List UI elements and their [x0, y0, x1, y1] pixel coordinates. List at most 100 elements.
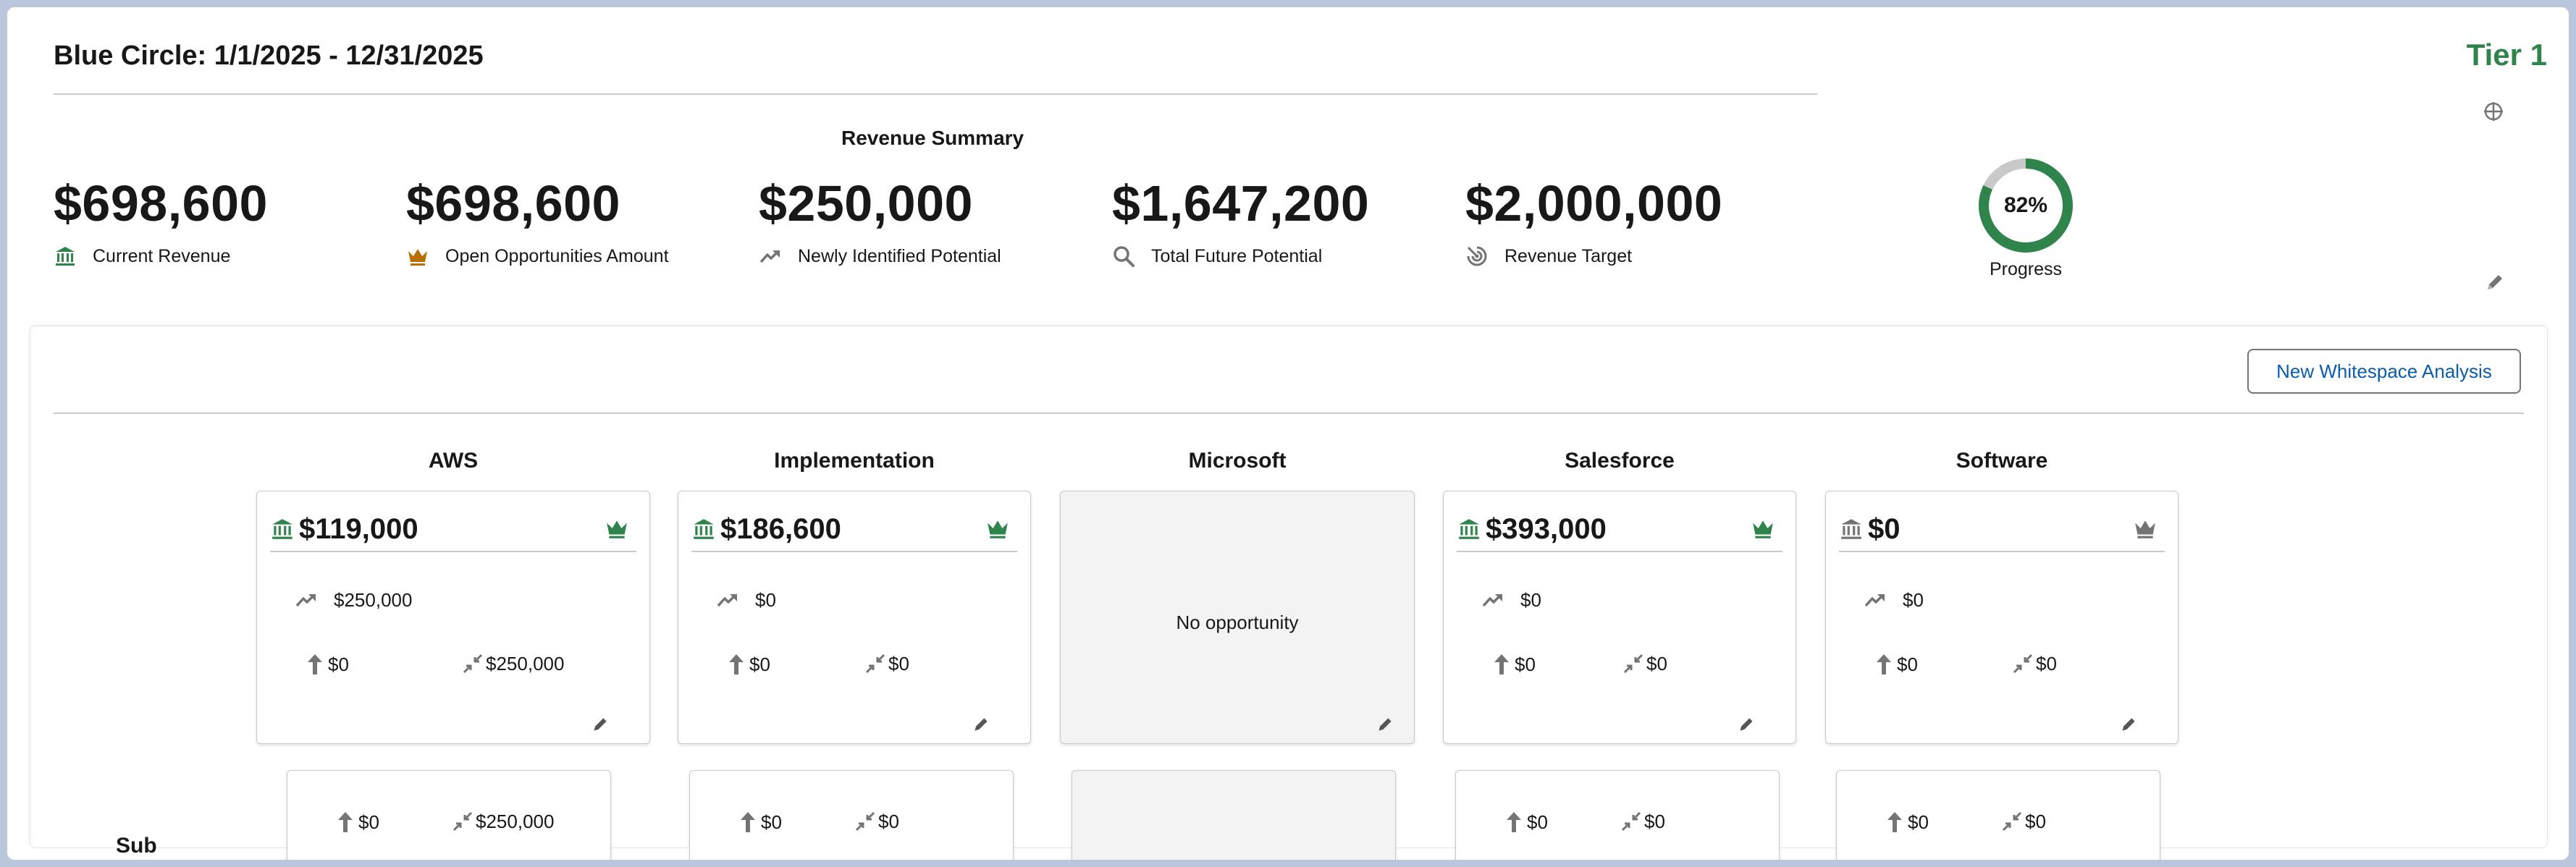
column-title-microsoft: Microsoft	[1188, 449, 1287, 473]
account-plan-page: Blue Circle: 1/1/2025 - 12/31/2025 Tier …	[7, 7, 2569, 860]
card-row2-microsoft[interactable]	[1072, 770, 1396, 860]
collapse-arrows-icon	[1623, 654, 1643, 674]
crown-icon	[988, 520, 1008, 538]
card-upsell-row: $0	[738, 810, 782, 834]
crown-icon	[607, 520, 627, 538]
card-potential-row: $250,000	[295, 588, 412, 612]
card-header: $393,000	[1457, 507, 1782, 552]
metric-current-revenue: $698,600 Current Revenue	[54, 175, 268, 266]
card-potential: $0	[755, 588, 776, 611]
card-upsell-row: $0	[1885, 810, 1929, 834]
trend-up-icon	[1482, 594, 1502, 607]
collapse-arrows-icon	[2002, 811, 2022, 832]
row-label: Sub	[116, 834, 157, 858]
trend-up-icon	[1864, 594, 1885, 607]
column-title-software: Software	[1956, 449, 2048, 473]
card-header: $119,000	[270, 507, 636, 552]
card-cross-row: $0	[864, 652, 909, 675]
collapse-arrows-icon	[463, 654, 483, 674]
card-cross-row: $0	[1622, 652, 1667, 675]
column-title-salesforce: Salesforce	[1565, 449, 1675, 473]
column-title-implementation: Implementation	[774, 449, 935, 473]
card-cross: $250,000	[486, 652, 565, 674]
metric-label: Revenue Target	[1504, 245, 1633, 266]
card-upsell-row: $0	[1504, 810, 1548, 834]
arrow-up-icon	[338, 812, 353, 832]
metric-amount: $1,647,200	[1112, 175, 1370, 232]
trend-up-icon	[759, 250, 780, 263]
metric-amount: $250,000	[759, 175, 973, 232]
card-upsell-row: $0	[335, 810, 379, 834]
card-row2-salesforce[interactable]: $0 $0	[1455, 770, 1780, 860]
card-potential-row: $0	[1864, 588, 1924, 612]
card-potential-row: $0	[1481, 588, 1541, 612]
edit-card-icon[interactable]	[2120, 716, 2137, 733]
edit-card-icon[interactable]	[1376, 716, 1394, 733]
new-whitespace-analysis-button[interactable]: New Whitespace Analysis	[2247, 349, 2521, 394]
card-upsell: $0	[1515, 653, 1536, 675]
edit-summary-icon[interactable]	[2485, 272, 2505, 292]
metric-total-future-potential: $1,647,200 Total Future Potential	[1112, 175, 1370, 267]
arrow-up-icon	[1887, 812, 1902, 832]
card-salesforce[interactable]: $393,000 $0 $0 $0	[1443, 491, 1796, 744]
column-title-aws: AWS	[428, 449, 479, 473]
metric-amount: $2,000,000	[1465, 175, 1723, 232]
collapse-arrows-icon	[855, 811, 875, 832]
card-cross: $0	[888, 652, 909, 674]
card-upsell: $0	[761, 811, 782, 833]
metric-open-opportunities: $698,600 Open Opportunities Amount	[406, 175, 669, 266]
card-cross-row: $0	[2011, 652, 2057, 675]
collapse-arrows-icon	[453, 811, 473, 832]
card-row2-software[interactable]: $0 $0	[1836, 770, 2160, 860]
card-cross-row: $0	[2000, 810, 2046, 833]
card-header: $0	[1839, 507, 2165, 552]
card-cross: $0	[1646, 652, 1667, 674]
card-header: $186,600	[691, 507, 1017, 552]
progress-label: Progress	[1989, 259, 2063, 279]
metric-label-row: Revenue Target	[1465, 245, 1632, 268]
bank-icon	[272, 519, 292, 539]
metric-amount: $698,600	[406, 175, 620, 232]
metric-label-row: Newly Identified Potential	[759, 245, 1001, 268]
metric-newly-identified: $250,000 Newly Identified Potential	[759, 175, 1001, 266]
card-cross: $250,000	[476, 810, 555, 832]
crown-icon	[408, 249, 427, 266]
card-cross: $0	[2025, 810, 2046, 832]
metric-label: Total Future Potential	[1151, 245, 1323, 266]
edit-card-icon[interactable]	[972, 716, 990, 733]
card-cross-row: $0	[1620, 810, 1665, 833]
metric-label: Current Revenue	[93, 245, 231, 266]
card-cross-row: $250,000	[461, 652, 564, 675]
revenue-summary-heading: Revenue Summary	[841, 127, 1024, 149]
card-microsoft[interactable]: No opportunity	[1060, 491, 1415, 744]
bank-icon	[1459, 519, 1479, 539]
card-upsell-row: $0	[1874, 652, 1918, 677]
crosshair-icon[interactable]	[2482, 100, 2505, 123]
card-upsell-row: $0	[726, 652, 770, 677]
edit-card-icon[interactable]	[1738, 716, 1755, 733]
card-upsell: $0	[1897, 653, 1918, 675]
metric-label-row: Current Revenue	[54, 245, 230, 268]
edit-card-icon[interactable]	[592, 716, 609, 733]
bank-icon	[694, 519, 714, 539]
trend-up-icon	[717, 594, 737, 607]
card-potential-row: $0	[716, 588, 776, 612]
card-cross-row: $250,000	[451, 810, 554, 833]
card-upsell: $0	[328, 653, 349, 675]
card-software[interactable]: $0 $0 $0 $0	[1825, 491, 2179, 744]
tier-badge: Tier 1	[2466, 38, 2547, 72]
card-implementation[interactable]: $186,600 $0 $0 $0	[678, 491, 1031, 744]
card-row2-implementation[interactable]: $0 $0	[689, 770, 1014, 860]
no-opportunity-text: No opportunity	[1176, 612, 1299, 633]
card-aws[interactable]: $119,000 $250,000 $0 $250,000	[256, 491, 650, 744]
metric-label: Open Opportunities Amount	[445, 245, 669, 266]
header-divider	[54, 93, 1817, 95]
trend-up-icon	[295, 594, 316, 607]
card-potential: $250,000	[334, 588, 413, 611]
metric-amount: $698,600	[54, 175, 268, 232]
metric-label: Newly Identified Potential	[798, 245, 1001, 266]
card-cross-row: $0	[854, 810, 899, 833]
card-row2-aws[interactable]: $0 $250,000	[287, 770, 611, 860]
metric-revenue-target: $2,000,000 Revenue Target	[1465, 175, 1723, 266]
card-upsell: $0	[1908, 811, 1929, 833]
